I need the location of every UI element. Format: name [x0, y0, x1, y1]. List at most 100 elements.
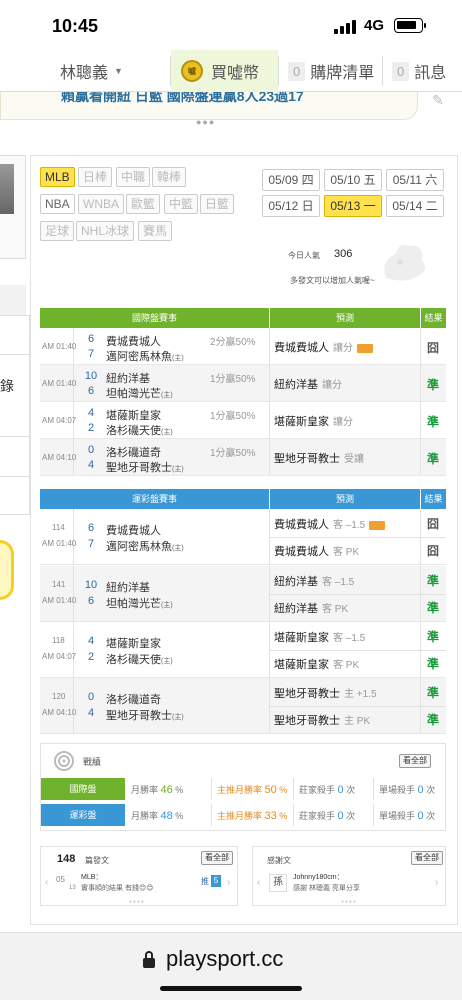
prediction[interactable]: 聖地牙哥教士 受讓 — [274, 450, 364, 466]
sport-tag[interactable]: 賽馬 — [138, 221, 173, 241]
team-name[interactable]: 洛杉磯道奇 — [106, 444, 161, 460]
sport-tag[interactable]: 足球 — [40, 221, 75, 241]
divider — [73, 622, 74, 677]
team-name[interactable]: 紐約洋基 — [106, 579, 150, 595]
team-name[interactable]: 費城費城人 — [106, 522, 161, 538]
date-button[interactable]: 05/12 日 — [262, 195, 320, 217]
prev-arrow-icon[interactable]: ‹ — [45, 877, 48, 888]
stats-row-label: 運彩盤 — [41, 804, 125, 826]
sidebar-menu[interactable]: 錄 — [0, 315, 30, 515]
date-button[interactable]: 05/13 一 — [324, 195, 382, 217]
messages-link[interactable]: 0 訊息 — [392, 50, 446, 92]
thanks-view-all-button[interactable]: 看全部 — [411, 851, 443, 865]
team-name[interactable]: 坦帕灣光芒(主) — [106, 595, 173, 611]
sport-tag[interactable]: MLB — [40, 167, 75, 187]
stats-row-label: 國際盤 — [41, 778, 125, 800]
popularity-label: 今日人氣 — [288, 251, 320, 260]
thanks-text[interactable]: 感謝 林聰義 亮單分享 — [293, 883, 360, 893]
sport-tag[interactable]: NHL冰球 — [76, 221, 135, 241]
odds: 1分贏50% — [210, 448, 256, 459]
prediction[interactable]: 聖地牙哥教士主 PK — [274, 712, 370, 728]
divider — [269, 365, 270, 401]
table-row: AM 04:10 0 洛杉磯道奇 4 聖地牙哥教士(主) 1分贏50% 聖地牙哥教士 受讓準 — [40, 439, 446, 476]
sport-tag[interactable]: NBA — [40, 194, 75, 214]
cart-link[interactable]: 0 購牌清單 — [288, 50, 374, 92]
stat-value: 0 — [337, 784, 344, 796]
post-date-bottom: 13 — [69, 885, 76, 891]
prediction-header: 預測 — [270, 489, 420, 509]
stats-panel: 戰績 看全部 國際盤 月勝率 46 % 主推月勝率 50 % 莊家殺手 0 次單場殺手… — [40, 743, 446, 831]
pick-note: 讓分 — [333, 343, 353, 354]
buy-coins-button[interactable]: 噓 買噓幣 — [171, 50, 278, 92]
team-name[interactable]: 費城費城人 — [106, 333, 161, 349]
home-indicator[interactable] — [160, 986, 302, 991]
score: 7 — [87, 348, 95, 360]
sport-tag[interactable]: 歐籃 — [126, 194, 161, 214]
home-mark: (主) — [172, 545, 184, 552]
pencil-icon[interactable]: ✎ — [432, 92, 448, 108]
thanks-user[interactable]: Johnny180cm： — [293, 872, 344, 882]
prediction[interactable]: 紐約洋基 讓分 — [274, 376, 342, 392]
sport-tag[interactable]: 中籃 — [164, 194, 199, 214]
carousel-dots[interactable]: ●●● — [196, 117, 215, 127]
team-name[interactable]: 紐約洋基 — [106, 370, 150, 386]
prediction[interactable]: 堪薩斯皇家客 PK — [274, 656, 359, 672]
game-number: 114 — [52, 523, 65, 532]
team-name[interactable]: 邁阿密馬林魚(主) — [106, 348, 184, 364]
sidebar-menu-text: 錄 — [0, 378, 14, 394]
next-arrow-icon[interactable]: › — [227, 877, 230, 888]
team-label: 邁阿密馬林魚 — [106, 351, 172, 363]
prediction[interactable]: 紐約洋基客 PK — [274, 600, 348, 616]
sport-tag[interactable]: WNBA — [78, 194, 124, 214]
thanks-prev-arrow-icon[interactable]: ‹ — [257, 877, 260, 888]
posts-view-all-button[interactable]: 看全部 — [201, 851, 233, 865]
stat-value: 33 — [264, 810, 277, 822]
prediction[interactable]: 費城費城人 讓分 — [274, 339, 373, 355]
banner-text: 賴贏看開紐 日藍 國際盤連贏8人23過17 — [61, 92, 304, 104]
battery-icon — [394, 18, 426, 33]
team-name[interactable]: 洛杉磯道奇 — [106, 691, 161, 707]
team-name[interactable]: 邁阿密馬林魚(主) — [106, 538, 184, 554]
team-name[interactable]: 洛杉磯天使(主) — [106, 651, 173, 667]
pick-team: 紐約洋基 — [274, 576, 318, 588]
prediction[interactable]: 紐約洋基客 –1.5 — [274, 573, 354, 589]
team-name[interactable]: 洛杉磯天使(主) — [106, 422, 173, 438]
stat-value: 0 — [417, 810, 424, 822]
team-name[interactable]: 聖地牙哥教士(主) — [106, 459, 184, 475]
stat-unit: 次 — [346, 785, 356, 795]
prediction[interactable]: 堪薩斯皇家 讓分 — [274, 413, 353, 429]
date-button[interactable]: 05/09 四 — [262, 169, 320, 191]
thanks-next-arrow-icon[interactable]: › — [435, 877, 438, 888]
prediction[interactable]: 費城費城人客 PK — [274, 543, 359, 559]
post-title[interactable]: MLB： — [81, 872, 102, 882]
prediction[interactable]: 費城費城人客 –1.5 — [274, 516, 386, 532]
push-count: 5 — [211, 875, 221, 887]
post-pager-dots[interactable]: ●●●● — [129, 899, 145, 905]
sport-tag[interactable]: 韓棒 — [152, 167, 187, 187]
pick-team: 費城費城人 — [274, 546, 329, 558]
sport-tag[interactable]: 中職 — [116, 167, 151, 187]
pick-team: 聖地牙哥教士 — [274, 453, 340, 465]
date-button[interactable]: 05/11 六 — [386, 169, 444, 191]
post-excerpt[interactable]: 實事順的結果 有錢😊😊 — [81, 883, 154, 893]
promo-banner[interactable]: 賴贏看開紐 日藍 國際盤連贏8人23過17 — [0, 92, 418, 120]
pick-team: 堪薩斯皇家 — [274, 659, 329, 671]
sport-tag[interactable]: 日籃 — [200, 194, 235, 214]
home-mark: (主) — [172, 714, 184, 721]
result: 準 — [426, 378, 439, 392]
date-button[interactable]: 05/10 五 — [324, 169, 382, 191]
team-name[interactable]: 堪薩斯皇家 — [106, 407, 161, 423]
team-name[interactable]: 聖地牙哥教士(主) — [106, 707, 184, 723]
prediction[interactable]: 聖地牙哥教士主 +1.5 — [274, 685, 377, 701]
tag-icon — [357, 343, 373, 353]
prediction[interactable]: 堪薩斯皇家客 –1.5 — [274, 629, 365, 645]
url-text[interactable]: playsport.cc — [166, 946, 283, 972]
team-name[interactable]: 堪薩斯皇家 — [106, 635, 161, 651]
date-button[interactable]: 05/14 二 — [386, 195, 444, 217]
team-name[interactable]: 坦帕灣光芒(主) — [106, 385, 173, 401]
user-menu[interactable]: 林聰義 ▼ — [60, 50, 123, 92]
thanks-pager-dots[interactable]: ●●●● — [341, 899, 357, 905]
pick-team: 紐約洋基 — [274, 379, 318, 391]
stats-view-all-button[interactable]: 看全部 — [399, 754, 431, 768]
sport-tag[interactable]: 日棒 — [78, 167, 113, 187]
